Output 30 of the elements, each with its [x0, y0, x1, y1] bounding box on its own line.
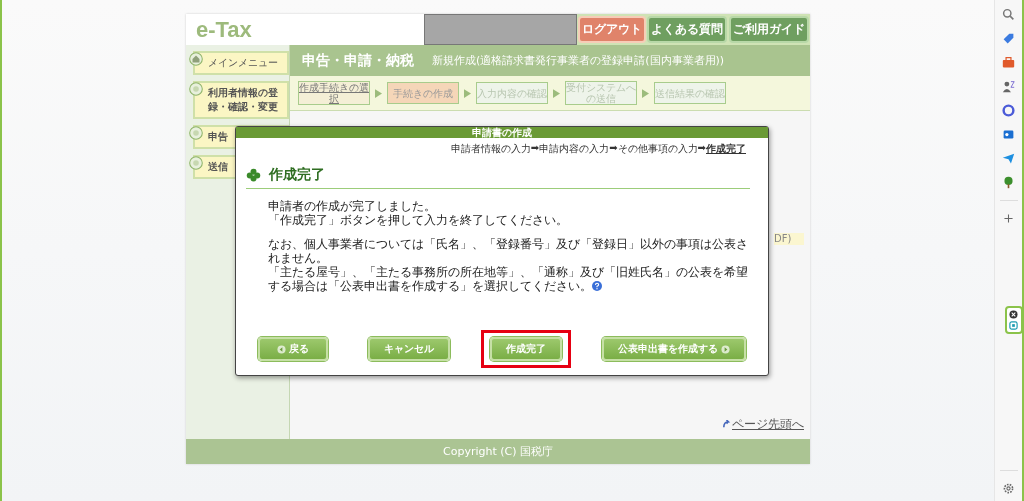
message-text: 「作成完了」ボタンを押して入力を終了してください。: [268, 213, 569, 227]
sidebar-item[interactable]: 利用者情報の登録・確認・変更: [193, 81, 289, 119]
message-text: 申請者の作成が完了しました。: [268, 199, 437, 213]
dialog-button[interactable]: 作成完了: [490, 337, 562, 361]
progress-step: 申請者情報の入力: [450, 142, 531, 156]
page-subtitle: 新規作成(適格請求書発行事業者の登録申請(国内事業者用)): [432, 53, 725, 68]
page-title: 申告・申請・納税: [302, 51, 414, 70]
progress-step: 申請内容の入力: [539, 142, 610, 156]
header-button[interactable]: ログアウト: [577, 16, 646, 43]
progress-step: その他事項の入力: [617, 142, 698, 156]
e-tax-logo: e-Tax: [195, 16, 253, 43]
table-header: DF): [774, 233, 804, 245]
progress-step: 作成完了: [706, 142, 746, 156]
arrow-glyph: ➡: [530, 142, 540, 153]
page-top-link[interactable]: ページ先頭へ: [732, 416, 804, 433]
copyright-text: Copyright (C) 国税庁: [443, 444, 553, 459]
arrow-glyph: ➡: [697, 142, 706, 153]
arrow-glyph: ➡: [609, 142, 618, 155]
dialog-button[interactable]: キャンセル: [368, 337, 450, 361]
dialog-button[interactable]: 戻る: [258, 337, 328, 361]
step-tab[interactable]: 手続きの作成: [387, 82, 459, 104]
message-text: 「主たる屋号」、「主たる事務所の所在地等」、「通称」及び「旧姓氏名」の公表を希望する場合は「公表申出書を作成する」を選択してください。: [268, 265, 749, 293]
dialog-heading: 作成完了: [269, 166, 325, 184]
dialog-button[interactable]: 公表申出書を作成する: [602, 337, 746, 361]
header-button[interactable]: よくある質問: [647, 16, 728, 43]
dialog-title: 申請書の作成: [236, 127, 768, 138]
sidebar-item[interactable]: メインメニュー: [193, 51, 289, 75]
header-button[interactable]: ご利用ガイド: [729, 16, 810, 43]
message-text: なお、個人事業者については「氏名」、「登録番号」及び「登録日」以外の事項は公表されません。: [268, 237, 749, 265]
step-tab[interactable]: 作成手続きの選択: [298, 81, 370, 105]
